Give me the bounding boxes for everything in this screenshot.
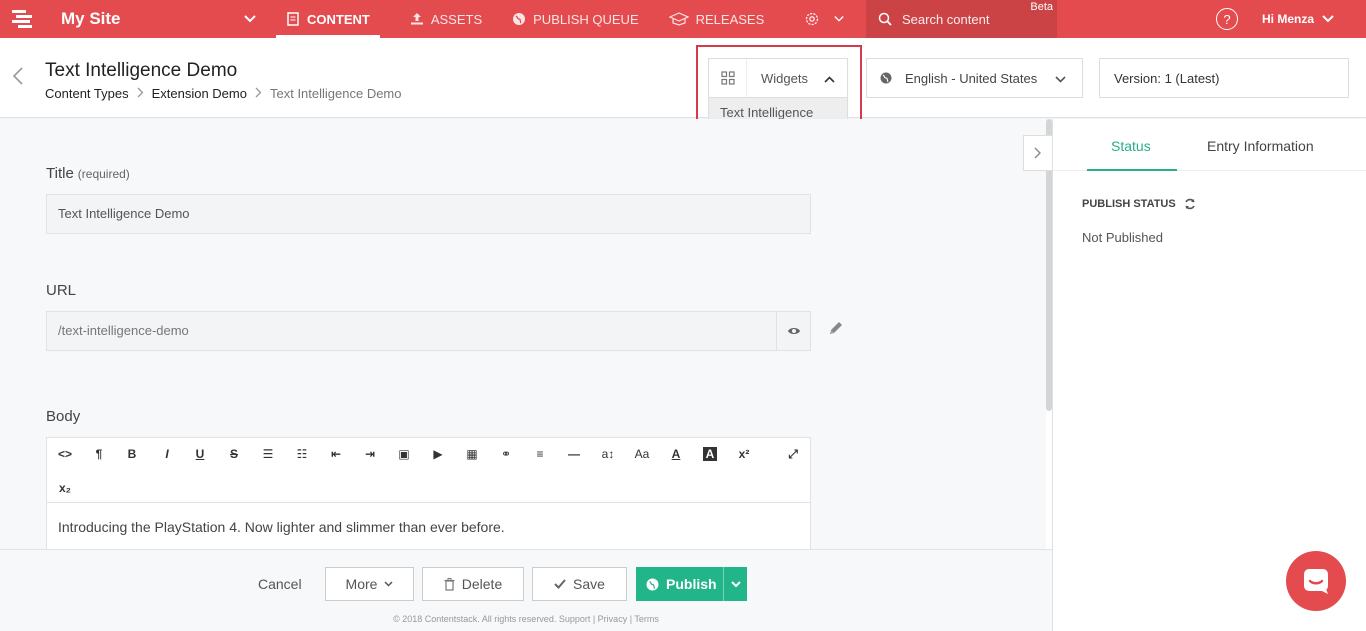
title-label: Title (required) xyxy=(46,165,130,182)
document-icon xyxy=(287,12,299,26)
font-size-icon[interactable]: Aa xyxy=(632,447,652,461)
active-tab-indicator xyxy=(1087,169,1177,171)
breadcrumb-extension-demo[interactable]: Extension Demo xyxy=(152,86,247,101)
chevron-down-icon xyxy=(1055,71,1066,86)
bullet-list-icon[interactable]: ☰ xyxy=(258,447,278,461)
body-editor[interactable]: Introducing the PlayStation 4. Now light… xyxy=(46,503,811,549)
text-color-icon[interactable]: A xyxy=(666,447,686,461)
breadcrumb-content-types[interactable]: Content Types xyxy=(45,86,129,101)
gear-icon xyxy=(806,12,819,26)
tab-publish-queue[interactable]: PUBLISH QUEUE xyxy=(502,0,648,38)
url-label: URL xyxy=(46,282,77,299)
collapse-panel-button[interactable] xyxy=(1023,135,1053,171)
pencil-icon[interactable] xyxy=(828,320,844,341)
background-color-icon[interactable]: A xyxy=(703,447,717,461)
chevron-down-icon xyxy=(384,581,393,587)
locale-label: English - United States xyxy=(905,70,1038,86)
search-icon xyxy=(878,12,892,26)
search-input[interactable]: Search content xyxy=(902,12,989,27)
image-icon[interactable]: ▣ xyxy=(394,447,414,461)
search-box[interactable]: Search content Beta xyxy=(866,0,1057,38)
delete-button[interactable]: Delete xyxy=(422,567,524,601)
subscript-icon[interactable]: x₂ xyxy=(55,481,75,495)
outdent-icon[interactable]: ⇤ xyxy=(326,447,346,461)
align-icon[interactable]: ≡ xyxy=(530,447,550,461)
line-height-icon[interactable]: a↕ xyxy=(598,447,618,461)
top-nav: My Site CONTENT ASSETS PUBLISH QUEUE REL… xyxy=(0,0,1366,38)
settings-menu[interactable] xyxy=(794,0,854,38)
beta-badge: Beta xyxy=(1030,1,1053,13)
back-arrow-icon[interactable] xyxy=(12,66,24,92)
eye-icon[interactable] xyxy=(776,311,811,351)
save-button[interactable]: Save xyxy=(532,567,627,601)
globe-icon xyxy=(513,13,526,25)
publish-button[interactable]: Publish xyxy=(636,567,747,601)
contentstack-logo-icon[interactable] xyxy=(0,0,46,38)
tab-assets[interactable]: ASSETS xyxy=(400,0,492,38)
tab-releases[interactable]: RELEASES xyxy=(659,0,775,38)
chat-icon xyxy=(1304,569,1328,594)
globe-icon xyxy=(867,72,905,84)
rich-text-toolbar: <> ¶ B I U S ☰ ☷ ⇤ ⇥ ▣ ▶ ▦ ⚭ ≡ — a↕ Aa A… xyxy=(46,437,811,503)
site-selector[interactable]: My Site xyxy=(46,0,276,38)
chevron-right-icon xyxy=(1034,147,1041,159)
url-field[interactable]: /text-intelligence-demo xyxy=(46,311,811,351)
chevron-right-icon xyxy=(137,87,144,101)
action-footer: Cancel More Delete Save Publish © 2018 C… xyxy=(0,549,1052,631)
tab-content[interactable]: CONTENT xyxy=(276,0,380,38)
publish-status-value: Not Published xyxy=(1082,230,1163,245)
user-menu[interactable]: Hi Menza xyxy=(1262,0,1334,38)
fullscreen-icon[interactable]: ⤢ xyxy=(783,447,803,462)
code-view-icon[interactable]: <> xyxy=(55,447,75,461)
strikethrough-icon[interactable]: S xyxy=(224,447,244,461)
body-label: Body xyxy=(46,408,81,425)
tab-entry-information[interactable]: Entry Information xyxy=(1207,138,1314,154)
tab-status[interactable]: Status xyxy=(1111,138,1151,154)
site-name: My Site xyxy=(61,9,121,28)
link-icon[interactable]: ⚭ xyxy=(496,447,516,461)
box-icon xyxy=(668,12,689,26)
underline-icon[interactable]: U xyxy=(190,447,210,461)
required-note: (required) xyxy=(77,167,130,181)
check-icon xyxy=(554,579,566,589)
paragraph-icon[interactable]: ¶ xyxy=(89,447,109,461)
copyright-text: © 2018 Contentstack. All rights reserved… xyxy=(393,614,659,624)
upload-icon xyxy=(410,13,423,25)
globe-icon xyxy=(646,578,659,590)
chevron-down-icon xyxy=(730,580,741,587)
title-field[interactable]: Text Intelligence Demo xyxy=(46,194,811,234)
video-icon[interactable]: ▶ xyxy=(428,447,448,461)
publish-options-dropdown[interactable] xyxy=(724,580,747,588)
user-greeting: Hi Menza xyxy=(1262,12,1315,26)
chevron-down-icon xyxy=(244,12,256,26)
superscript-icon[interactable]: x² xyxy=(734,447,754,461)
trash-icon xyxy=(444,577,455,591)
right-panel-tabs: Status Entry Information xyxy=(1053,119,1366,171)
chat-widget-button[interactable] xyxy=(1286,551,1346,611)
numbered-list-icon[interactable]: ☷ xyxy=(292,447,312,461)
page-title: Text Intelligence Demo xyxy=(45,60,238,81)
indent-icon[interactable]: ⇥ xyxy=(360,447,380,461)
chevron-down-icon xyxy=(1322,15,1334,23)
help-icon[interactable]: ? xyxy=(1216,8,1238,30)
entry-form: Title (required) Text Intelligence Demo U… xyxy=(0,119,1046,549)
horizontal-rule-icon[interactable]: — xyxy=(564,447,584,461)
locale-selector[interactable]: English - United States xyxy=(866,58,1083,98)
chevron-right-icon xyxy=(255,87,262,101)
table-icon[interactable]: ▦ xyxy=(462,447,482,461)
cancel-button[interactable]: Cancel xyxy=(258,576,302,592)
bold-icon[interactable]: B xyxy=(122,447,142,461)
breadcrumb-current: Text Intelligence Demo xyxy=(269,86,402,101)
publish-main[interactable]: Publish xyxy=(636,567,724,601)
more-button[interactable]: More xyxy=(325,567,414,601)
refresh-icon[interactable] xyxy=(1184,198,1196,210)
breadcrumb: Content Types Extension Demo Text Intell… xyxy=(45,86,402,101)
publish-status-title: PUBLISH STATUS xyxy=(1082,198,1196,210)
chevron-down-icon xyxy=(834,16,844,22)
version-selector[interactable]: Version: 1 (Latest) xyxy=(1099,58,1349,98)
italic-icon[interactable]: I xyxy=(157,447,177,461)
